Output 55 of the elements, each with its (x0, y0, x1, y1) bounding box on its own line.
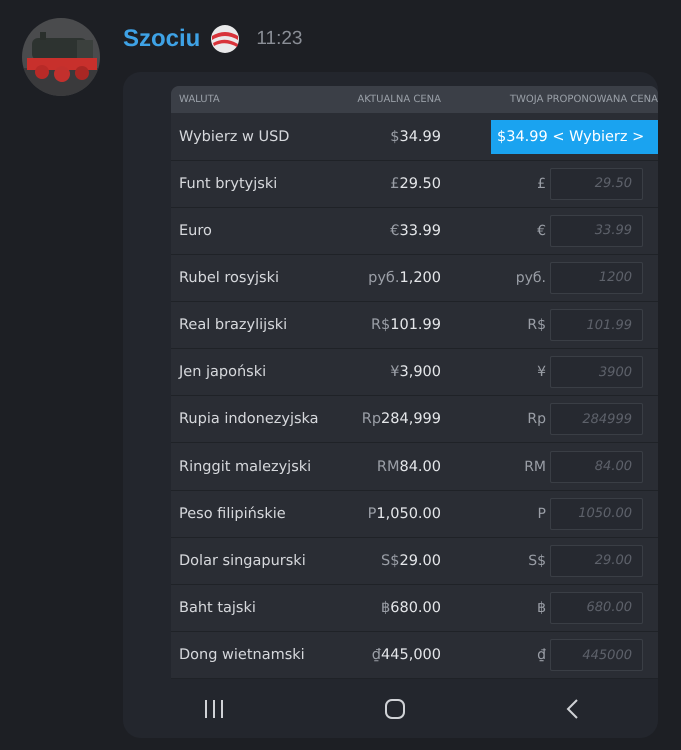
current-price: £29.50 (389, 176, 441, 192)
current-price: S$29.00 (380, 552, 441, 569)
currency-name: Ringgit malezyjski (178, 458, 312, 475)
currency-symbol: руб. (516, 270, 546, 286)
current-price: ¥3,900 (389, 364, 441, 380)
price-input[interactable]: 101.99 (550, 309, 643, 342)
currency-symbol: P (538, 506, 546, 522)
current-price: Rp284,999 (360, 411, 441, 428)
column-header: WALUTA (178, 94, 221, 106)
current-price: $34.99 (389, 128, 441, 145)
currency-symbol: € (537, 222, 546, 239)
price-input[interactable]: 84.00 (550, 450, 643, 483)
currency-symbol: £ (537, 176, 546, 192)
price-input[interactable]: 445000 (550, 639, 643, 672)
price-input[interactable]: 680.00 (550, 592, 643, 624)
current-price: ฿680.00 (380, 600, 441, 616)
currency-symbol: S$ (528, 552, 546, 569)
currency-symbol: Rp (527, 411, 546, 428)
price-input[interactable]: 29.50 (550, 168, 643, 200)
recent-apps-icon[interactable] (202, 698, 224, 720)
current-price: €33.99 (389, 222, 441, 239)
currency-name: Dolar singapurski (178, 552, 307, 569)
author-name[interactable]: Szociu (123, 25, 200, 53)
home-icon[interactable] (384, 698, 406, 720)
currency-name: Dong wietnamski (178, 647, 306, 664)
current-price: ₫445,000 (370, 647, 441, 664)
currency-name: Rupia indonezyjska (178, 411, 320, 428)
striped-circle-icon (210, 24, 240, 54)
currency-symbol: ฿ (537, 600, 546, 616)
price-input[interactable]: 1200 (550, 262, 643, 294)
currency-symbol: ₫ (537, 647, 546, 664)
currency-name: Baht tajski (178, 600, 257, 616)
price-input[interactable]: 284999 (550, 403, 643, 436)
currency-name: Peso filipińskie (178, 506, 287, 522)
current-price: P1,050.00 (366, 506, 441, 522)
price-input[interactable]: 33.99 (550, 214, 643, 247)
currency-symbol: RM (524, 458, 546, 475)
currency-symbol: R$ (527, 317, 546, 334)
column-header: TWOJA PROPONOWANA CENA (508, 94, 658, 106)
current-price: руб.1,200 (367, 270, 441, 286)
column-header: AKTUALNA CENA (356, 94, 441, 106)
back-icon[interactable] (564, 698, 578, 720)
price-input[interactable]: 29.00 (550, 544, 643, 577)
current-price: RM84.00 (376, 458, 441, 475)
message-time: 11:23 (256, 28, 302, 50)
price-input[interactable]: 1050.00 (550, 498, 643, 530)
currency-name: Funt brytyjski (178, 176, 278, 192)
currency-name: Euro (178, 222, 213, 239)
current-price: R$101.99 (370, 317, 441, 334)
currency-name: Wybierz w USD (178, 128, 290, 145)
currency-symbol: ¥ (537, 364, 546, 380)
currency-name: Rubel rosyjski (178, 270, 280, 286)
currency-name: Real brazylijski (178, 317, 288, 334)
price-input[interactable]: 3900 (550, 356, 643, 388)
currency-name: Jen japoński (177, 364, 268, 380)
